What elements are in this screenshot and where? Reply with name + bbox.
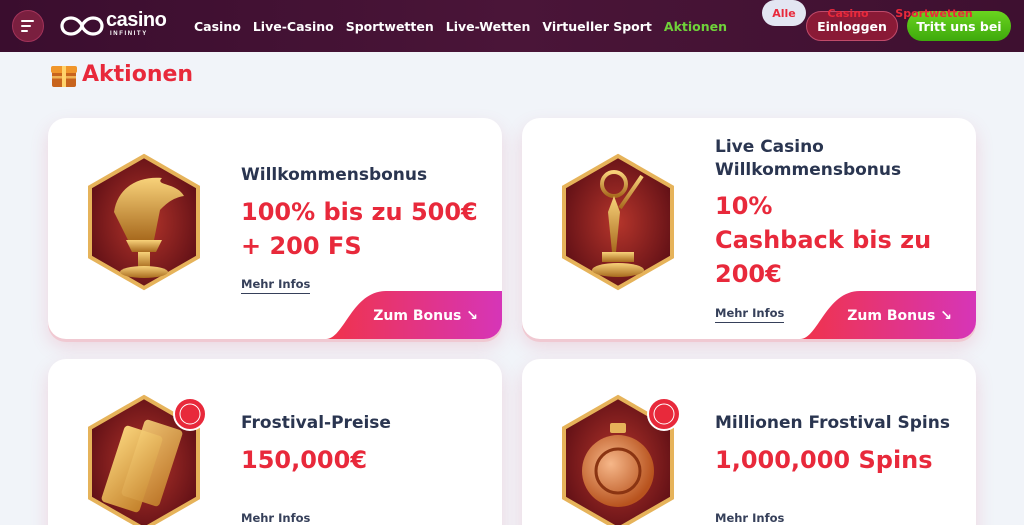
promo-card-frostival-spins[interactable]: Millionen Frostival Spins 1,000,000 Spin… (522, 359, 976, 525)
hamburger-icon (21, 20, 34, 32)
promo-title-line-1: Live Casino (715, 137, 824, 157)
nav-sportwetten[interactable]: Sportwetten (346, 19, 434, 34)
statue-trophy-icon (562, 153, 674, 291)
promo-value: 1,000,000 Spins (715, 446, 933, 474)
gift-box-icon (51, 66, 77, 87)
winged-lion-trophy-icon (88, 153, 200, 291)
nav-aktionen[interactable]: Aktionen (664, 19, 727, 34)
logo-text: casino (106, 9, 167, 31)
zum-bonus-label: Zum Bonus ↘ (847, 308, 952, 324)
promo-value-line-1: 10% (715, 192, 773, 220)
hamburger-menu-button[interactable] (12, 10, 44, 42)
page-title: Aktionen (82, 62, 194, 87)
promo-card-welcome-bonus[interactable]: Willkommensbonus 100% bis zu 500€ + 200 … (48, 118, 502, 339)
promo-title: Willkommensbonus (241, 165, 428, 185)
promo-value-line-3: 200€ (715, 260, 782, 288)
filter-sportwetten[interactable]: Sportwetten (893, 0, 975, 26)
promo-title: Frostival-Preise (241, 413, 391, 433)
promo-card-frostival-prizes[interactable]: Frostival-Preise 150,000€ Mehr Infos (48, 359, 502, 525)
more-info-link[interactable]: Mehr Infos (715, 511, 784, 525)
more-info-link[interactable]: Mehr Infos (715, 306, 785, 323)
nav-live-casino[interactable]: Live-Casino (253, 19, 334, 34)
casino-infinity-logo[interactable]: casino INFINITY (60, 9, 167, 41)
more-info-link[interactable]: Mehr Infos (241, 277, 311, 294)
filter-all[interactable]: Alle (762, 0, 806, 26)
promo-title-line-2: Willkommensbonus (715, 160, 902, 180)
promo-value: 150,000€ (241, 446, 368, 474)
more-info-link[interactable]: Mehr Infos (241, 511, 310, 525)
logo-subtext: INFINITY (110, 31, 148, 37)
promo-title: Millionen Frostival Spins (715, 413, 950, 433)
zum-bonus-label: Zum Bonus ↘ (373, 308, 478, 324)
filter-casino[interactable]: Casino (822, 0, 874, 26)
zum-bonus-button[interactable]: Zum Bonus ↘ (326, 291, 502, 339)
promo-value-line-2: + 200 FS (241, 232, 362, 260)
nav-live-wetten[interactable]: Live-Wetten (446, 19, 531, 34)
main-navigation: Casino Live-Casino Sportwetten Live-Wett… (194, 0, 727, 52)
infinity-logo-icon (60, 16, 104, 36)
nav-virtueller-sport[interactable]: Virtueller Sport (542, 19, 652, 34)
frostival-badge-icon (173, 397, 207, 431)
zum-bonus-button[interactable]: Zum Bonus ↘ (800, 291, 976, 339)
frostival-badge-icon (647, 397, 681, 431)
promo-value-line-2: Cashback bis zu (715, 226, 932, 254)
nav-casino[interactable]: Casino (194, 19, 241, 34)
promo-card-live-casino-bonus[interactable]: Live Casino Willkommensbonus 10% Cashbac… (522, 118, 976, 339)
promo-value-line-1: 100% bis zu 500€ (241, 198, 478, 226)
